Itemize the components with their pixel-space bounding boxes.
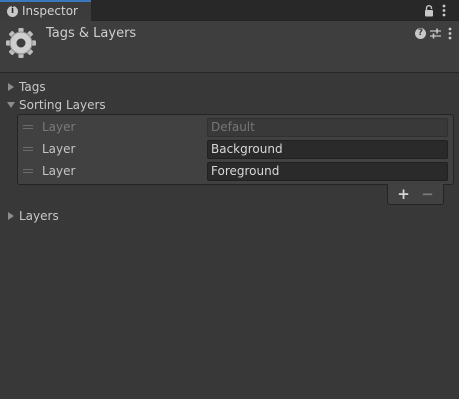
remove-layer-button[interactable]: − [418,185,437,203]
kebab-menu-icon[interactable] [448,27,452,40]
gear-icon [6,28,36,58]
list-item[interactable]: Layer Background [18,138,453,160]
layer-name-field: Default [207,118,448,137]
tab-inspector[interactable]: i Inspector [0,0,91,21]
layer-name-field[interactable]: Background [207,140,448,159]
sorting-layers-list: Layer Default Layer Background Layer For… [17,114,454,185]
info-icon: i [7,6,18,17]
presets-sliders-icon[interactable] [430,28,441,39]
row-label: Layer [42,120,76,134]
drag-handle-icon[interactable] [23,147,33,151]
drag-handle-icon[interactable] [23,169,33,173]
add-layer-button[interactable]: + [394,185,413,203]
triangle-down-icon [7,102,15,108]
foldout-sorting-layers[interactable]: Sorting Layers [6,96,106,114]
triangle-right-icon [8,212,14,220]
foldout-layers[interactable]: Layers [6,207,59,225]
help-icon[interactable]: ? [415,28,426,39]
list-item: Layer Default [18,116,453,138]
row-label: Layer [42,142,76,156]
lock-icon[interactable] [424,5,434,17]
tab-bar: i Inspector [0,0,459,21]
page-title: Tags & Layers [46,26,137,41]
triangle-right-icon [8,83,14,91]
foldout-tags[interactable]: Tags [6,78,46,96]
foldout-label: Sorting Layers [19,98,106,112]
list-footer: + − [387,184,444,205]
list-item[interactable]: Layer Foreground [18,160,453,182]
inspector-header: Tags & Layers ? [0,21,459,73]
drag-handle-icon [23,125,33,129]
kebab-menu-icon[interactable] [442,4,446,17]
tab-label: Inspector [22,4,78,18]
foldout-label: Layers [19,209,59,223]
foldout-label: Tags [19,80,46,94]
inspector-window: i Inspector Tags & Layers ? Tags Sorting… [0,0,459,399]
row-label: Layer [42,164,76,178]
layer-name-field[interactable]: Foreground [207,162,448,181]
